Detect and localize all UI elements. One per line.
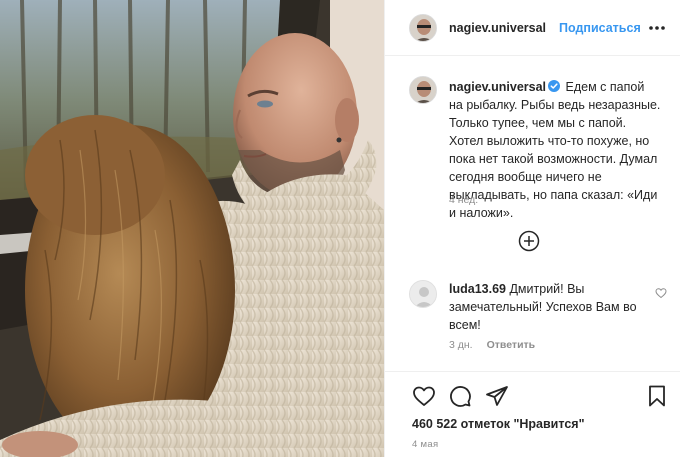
comment-bubble-icon[interactable] [448, 384, 472, 408]
follow-button[interactable]: Подписаться [559, 21, 641, 35]
caption-username[interactable]: nagiev.universal [449, 80, 546, 94]
verified-badge-icon [548, 80, 561, 92]
more-horizontal-icon[interactable] [647, 18, 667, 38]
heart-outline-icon[interactable] [655, 287, 667, 299]
photo-man-with-dog-in-car [0, 0, 384, 457]
comment-meta: 3 дн. Ответить [449, 339, 535, 351]
instagram-post: nagiev.universal • Подписаться nagiev.un [0, 0, 680, 457]
share-paper-plane-icon[interactable] [485, 384, 509, 408]
author-username[interactable]: nagiev.universal [449, 21, 546, 35]
post-date[interactable]: 4 мая [412, 439, 438, 450]
avatar-image [410, 15, 436, 41]
plus-circle-icon[interactable] [518, 230, 540, 252]
avatar-image [410, 77, 436, 103]
caption-text: Едем с папой на рыбалку. Рыбы ведь незар… [449, 80, 661, 220]
like-heart-icon[interactable] [412, 384, 436, 408]
comment-timestamp[interactable]: 3 дн. [449, 339, 473, 351]
post-side-panel: nagiev.universal • Подписаться nagiev.un [384, 0, 680, 457]
default-avatar-icon [410, 281, 436, 307]
author-avatar[interactable] [409, 14, 437, 42]
comment-body: luda13.69 Дмитрий! Вы замечательный! Усп… [449, 280, 639, 334]
bookmark-icon[interactable] [645, 384, 669, 408]
caption-timestamp[interactable]: 4 нед. [449, 194, 478, 206]
commenter-avatar[interactable] [409, 280, 437, 308]
likes-count[interactable]: 460 522 отметок "Нравится" [412, 417, 585, 431]
post-actions: 460 522 отметок "Нравится" 4 мая [385, 371, 680, 457]
caption-author-avatar[interactable] [409, 76, 437, 104]
reply-button[interactable]: Ответить [487, 339, 536, 351]
post-header: nagiev.universal • Подписаться [385, 0, 680, 56]
commenter-username[interactable]: luda13.69 [449, 282, 506, 296]
caption-body: nagiev.universal Едем с папой на рыбалку… [449, 78, 661, 222]
post-photo[interactable] [0, 0, 384, 457]
